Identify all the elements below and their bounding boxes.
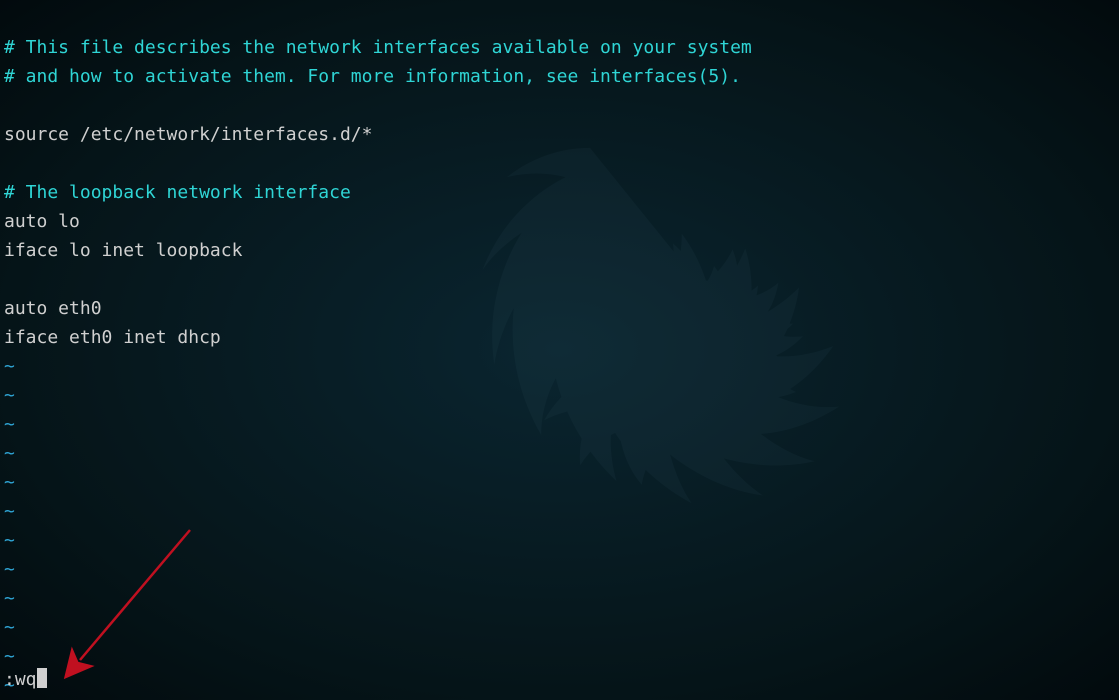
source-line: source /etc/network/interfaces.d/*: [4, 124, 372, 145]
tilde-line: ~: [4, 414, 15, 435]
tilde-line: ~: [4, 385, 15, 406]
tilde-line: ~: [4, 530, 15, 551]
auto-lo-line: auto lo: [4, 211, 80, 232]
tilde-line: ~: [4, 588, 15, 609]
comment-line-3: # The loopback network interface: [4, 182, 351, 203]
tilde-line: ~: [4, 617, 15, 638]
auto-eth0-line: auto eth0: [4, 298, 102, 319]
comment-line-2: # and how to activate them. For more inf…: [4, 66, 741, 87]
cursor-icon: [37, 668, 47, 688]
tilde-line: ~: [4, 501, 15, 522]
tilde-line: ~: [4, 443, 15, 464]
tilde-line: ~: [4, 356, 15, 377]
tilde-line: ~: [4, 559, 15, 580]
vim-command-line[interactable]: :wq: [4, 665, 47, 694]
tilde-line: ~: [4, 646, 15, 667]
tilde-line: ~: [4, 472, 15, 493]
iface-eth0-line: iface eth0 inet dhcp: [4, 327, 221, 348]
command-text: :wq: [4, 669, 37, 690]
comment-line-1: # This file describes the network interf…: [4, 37, 752, 58]
iface-lo-line: iface lo inet loopback: [4, 240, 242, 261]
vim-editor-content[interactable]: # This file describes the network interf…: [4, 4, 1115, 694]
